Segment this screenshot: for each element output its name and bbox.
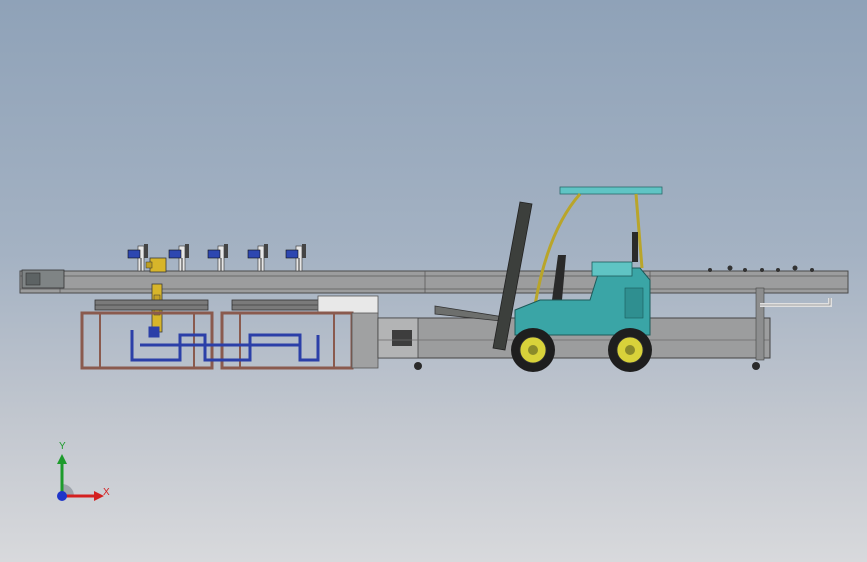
- pallet-turntables[interactable]: [94, 295, 379, 315]
- spray-head-unit: [285, 244, 306, 272]
- coordinate-triad[interactable]: Y X: [40, 436, 120, 516]
- y-axis-arrow: [57, 454, 67, 464]
- spray-head-unit: [168, 244, 189, 272]
- assembly-model[interactable]: [0, 0, 867, 562]
- forklift-rear-wheel: [608, 328, 652, 372]
- graphics-viewport[interactable]: Y X: [0, 0, 867, 562]
- y-axis-label: Y: [59, 441, 66, 452]
- x-axis-label: X: [103, 487, 110, 498]
- z-axis-dot: [57, 491, 67, 501]
- conveyor-beam[interactable]: [19, 269, 849, 294]
- spray-head-unit: [247, 244, 268, 272]
- forklift-front-wheel: [511, 328, 555, 372]
- triad-graphic: [57, 454, 104, 501]
- spray-head-unit: [207, 244, 228, 272]
- spray-head-unit: [127, 244, 148, 272]
- blue-piping[interactable]: [130, 326, 320, 362]
- robot-arm[interactable]: [145, 257, 167, 333]
